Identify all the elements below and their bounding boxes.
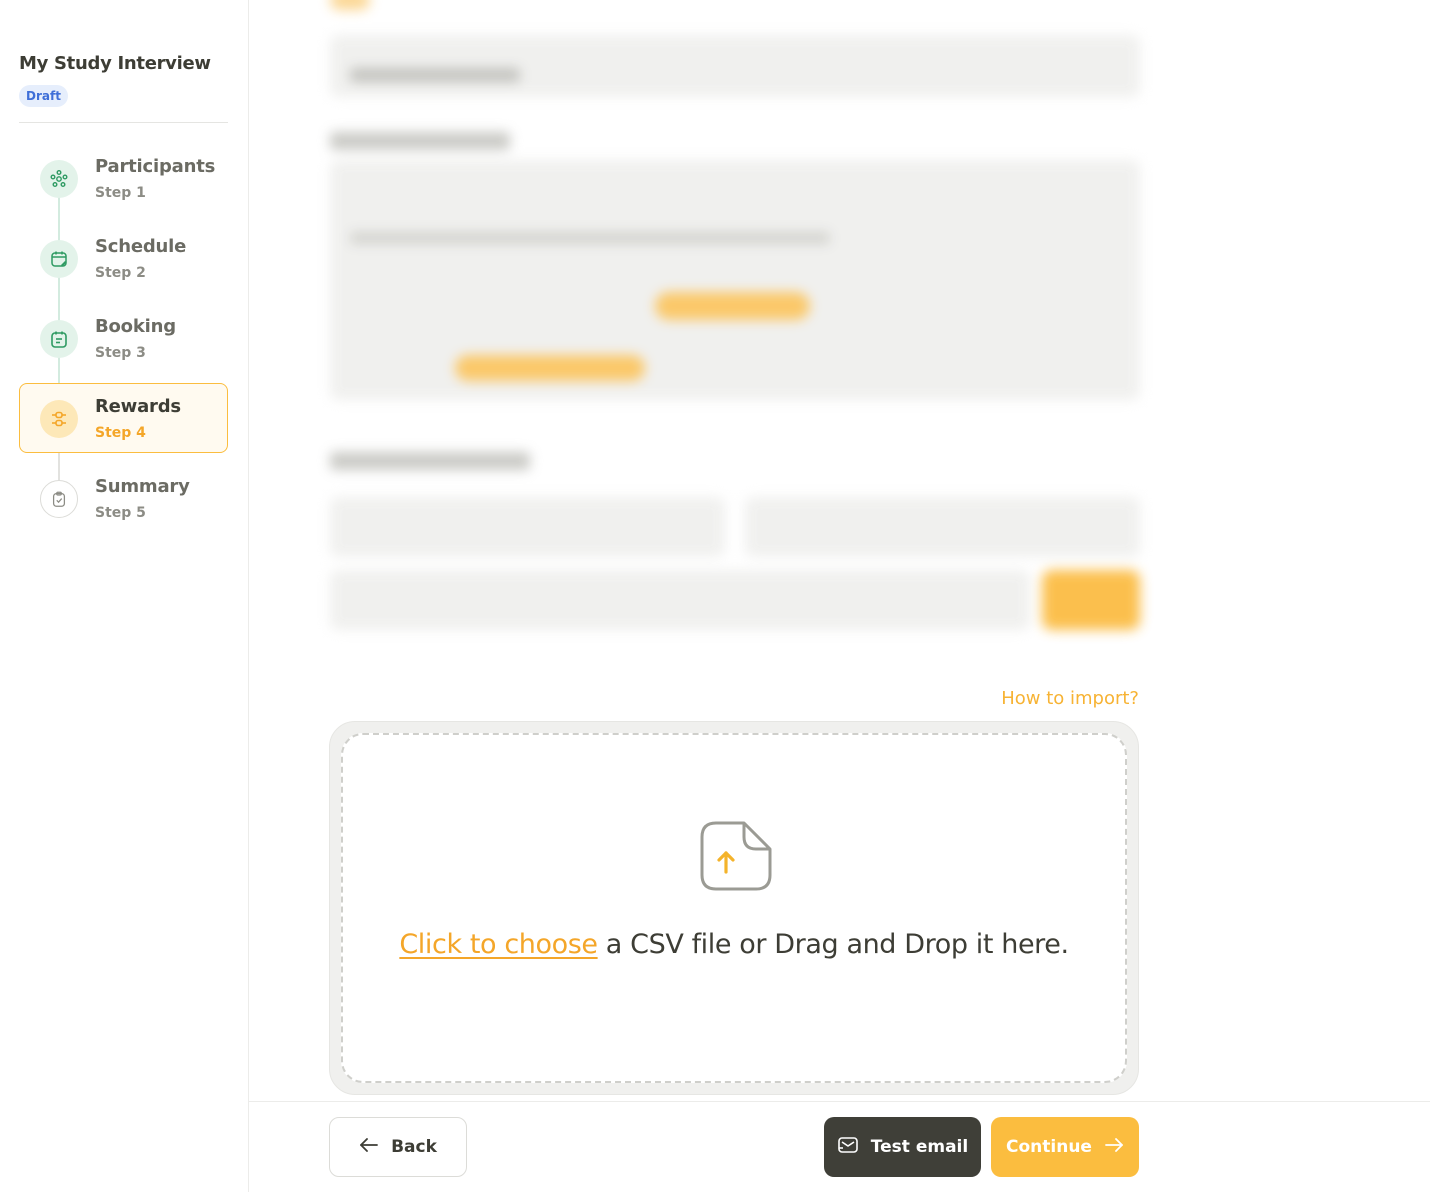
step-title: Schedule [95, 236, 187, 257]
back-button-label: Back [391, 1137, 437, 1157]
test-email-label: Test email [870, 1137, 969, 1157]
blurred-field [745, 497, 1140, 557]
dropzone-instructions: Click to choose a CSV file or Drag and D… [343, 925, 1125, 965]
continue-button-label: Continue [1006, 1137, 1092, 1157]
csv-dropzone[interactable]: Click to choose a CSV file or Drag and D… [329, 721, 1139, 1095]
test-email-button[interactable]: Test email [824, 1117, 981, 1177]
blurred-text [350, 68, 520, 82]
step-subtitle: Step 1 [95, 185, 146, 201]
clipboard-check-icon [40, 480, 78, 518]
status-badge: Draft [19, 85, 68, 107]
choose-file-link[interactable]: Click to choose [399, 929, 598, 960]
blurred-field [330, 570, 1030, 630]
blurred-heading [330, 452, 530, 470]
blurred-heading [330, 132, 510, 150]
blurred-shape [330, 0, 370, 10]
dropzone-area[interactable]: Click to choose a CSV file or Drag and D… [341, 733, 1127, 1083]
sidebar-divider [19, 122, 228, 123]
calendar-list-icon [40, 320, 78, 358]
app-root: My Study Interview Draft Participants St… [0, 0, 1430, 1192]
step-rewards[interactable]: Rewards Step 4 [19, 383, 228, 453]
file-upload-icon [700, 819, 774, 897]
blurred-field [330, 35, 1140, 97]
continue-button[interactable]: Continue [991, 1117, 1139, 1177]
blurred-button [455, 355, 645, 381]
blurred-button [655, 292, 810, 320]
back-button[interactable]: Back [329, 1117, 467, 1177]
step-subtitle: Step 3 [95, 345, 146, 361]
step-participants[interactable]: Participants Step 1 [19, 143, 228, 213]
step-subtitle: Step 2 [95, 265, 146, 281]
email-icon [837, 1135, 859, 1160]
step-schedule[interactable]: Schedule Step 2 [19, 223, 228, 293]
blurred-editor [330, 160, 1140, 400]
dropzone-text: a CSV file or Drag and Drop it here. [597, 929, 1069, 960]
blurred-form [320, 0, 1150, 670]
step-subtitle: Step 4 [95, 425, 146, 441]
sliders-icon [40, 400, 78, 438]
blurred-button [1042, 570, 1140, 630]
step-subtitle: Step 5 [95, 505, 146, 521]
arrow-right-icon [1104, 1137, 1124, 1158]
step-title: Rewards [95, 396, 181, 417]
step-title: Summary [95, 476, 190, 497]
step-title: Booking [95, 316, 176, 337]
arrow-left-icon [359, 1137, 379, 1158]
how-to-import-link[interactable]: How to import? [1001, 688, 1139, 709]
study-title: My Study Interview [19, 53, 211, 74]
blurred-field [330, 497, 725, 557]
step-booking[interactable]: Booking Step 3 [19, 303, 228, 373]
step-summary[interactable]: Summary Step 5 [19, 463, 228, 533]
blurred-text [350, 232, 830, 244]
participants-icon [40, 160, 78, 198]
step-title: Participants [95, 156, 216, 177]
calendar-edit-icon [40, 240, 78, 278]
sidebar: My Study Interview Draft Participants St… [0, 0, 249, 1192]
footer-divider [249, 1101, 1430, 1102]
